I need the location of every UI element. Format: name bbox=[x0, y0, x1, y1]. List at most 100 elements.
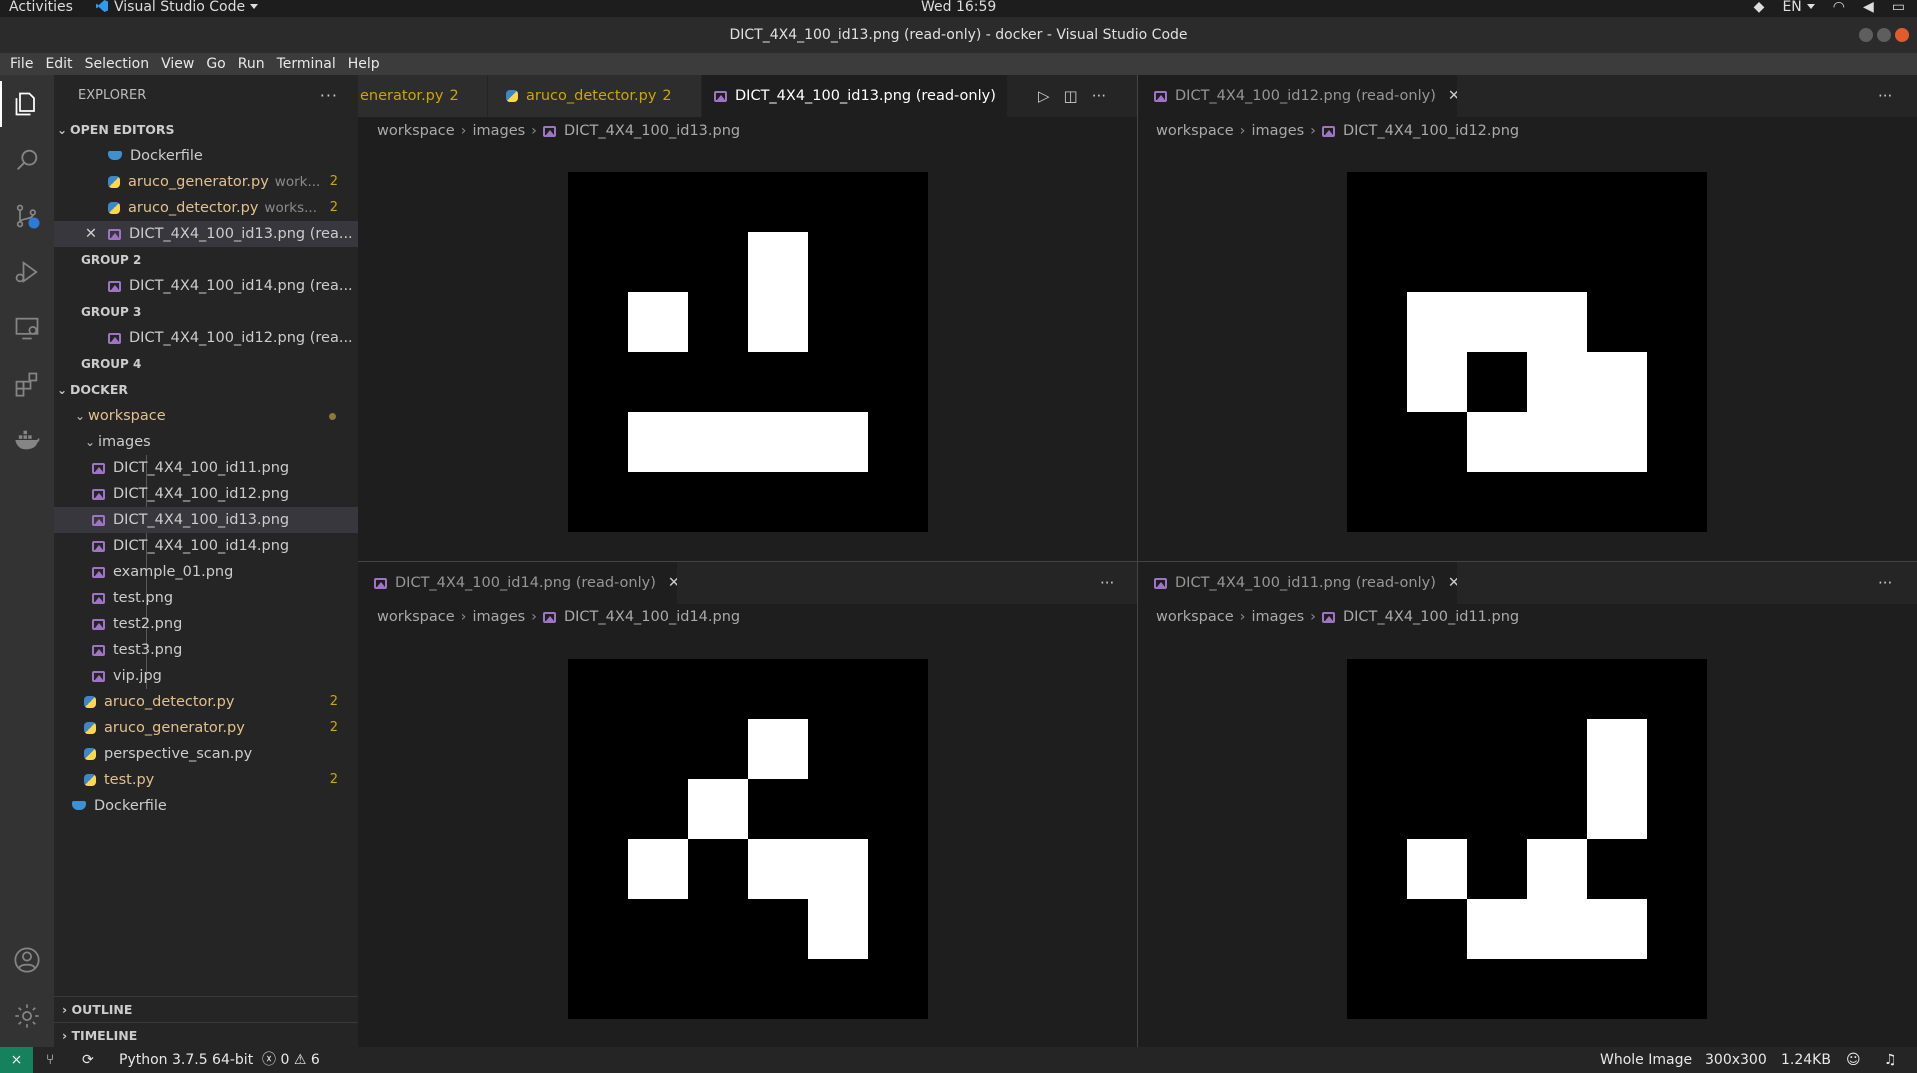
file-item[interactable]: DICT_4X4_100_id14.png bbox=[54, 533, 358, 559]
file-item[interactable]: test.py 2 bbox=[54, 767, 358, 793]
wifi-icon[interactable]: ◠ bbox=[1833, 0, 1845, 16]
marker-bit bbox=[748, 839, 808, 899]
menu-selection[interactable]: Selection bbox=[79, 53, 156, 75]
file-item[interactable]: test3.png bbox=[54, 637, 358, 663]
close-tab-icon[interactable]: ✕ bbox=[668, 575, 677, 591]
file-item[interactable]: vip.jpg bbox=[54, 663, 358, 689]
more-actions-icon[interactable]: ··· bbox=[1878, 87, 1892, 105]
menu-run[interactable]: Run bbox=[232, 53, 271, 75]
menu-file[interactable]: File bbox=[4, 53, 39, 75]
open-editor-item[interactable]: DICT_4X4_100_id14.png (rea... bbox=[54, 273, 358, 299]
file-item[interactable]: DICT_4X4_100_id12.png bbox=[54, 481, 358, 507]
more-actions-icon[interactable]: ··· bbox=[1100, 574, 1114, 592]
open-editor-item[interactable]: Dockerfile bbox=[54, 143, 358, 169]
activities-button[interactable]: Activities bbox=[9, 0, 73, 16]
file-item[interactable]: example_01.png bbox=[54, 559, 358, 585]
file-item[interactable]: test.png bbox=[54, 585, 358, 611]
tab-id12[interactable]: DICT_4X4_100_id12.png (read-only)✕ bbox=[1138, 75, 1458, 117]
close-tab-icon[interactable]: ✕ bbox=[1448, 88, 1457, 104]
timeline-section[interactable]: › TIMELINE bbox=[54, 1022, 358, 1048]
file-item[interactable]: DICT_4X4_100_id11.png bbox=[54, 455, 358, 481]
breadcrumb-workspace[interactable]: workspace bbox=[377, 609, 455, 625]
tab-id11[interactable]: DICT_4X4_100_id11.png (read-only)✕ bbox=[1138, 562, 1458, 604]
editor-group-4-label[interactable]: GROUP 4 bbox=[54, 351, 358, 377]
outline-section[interactable]: › OUTLINE bbox=[54, 996, 358, 1022]
close-tab-icon[interactable]: ✕ bbox=[1448, 575, 1457, 591]
battery-icon[interactable]: ▭ bbox=[1892, 0, 1905, 16]
more-actions-icon[interactable]: ··· bbox=[1092, 87, 1106, 105]
menu-terminal[interactable]: Terminal bbox=[271, 53, 342, 75]
chevron-right-icon: › bbox=[1310, 123, 1316, 139]
breadcrumb-images[interactable]: images bbox=[472, 123, 525, 139]
folder-workspace[interactable]: ⌄ workspace bbox=[54, 403, 358, 429]
close-editor-icon[interactable]: ✕ bbox=[84, 221, 98, 247]
app-menu[interactable]: Visual Studio Code bbox=[96, 0, 259, 16]
explorer-icon[interactable] bbox=[0, 81, 44, 127]
more-actions-icon[interactable]: ··· bbox=[320, 75, 338, 117]
docker-icon[interactable] bbox=[10, 423, 44, 457]
notifications-bell-icon[interactable]: ♫ bbox=[1884, 1047, 1897, 1073]
menu-edit[interactable]: Edit bbox=[39, 53, 78, 75]
tab-aruco-generator[interactable]: enerator.py 2 bbox=[358, 75, 488, 117]
maximize-button[interactable] bbox=[1877, 28, 1891, 42]
problems-indicator[interactable]: ⓧ 0 ⚠ 6 bbox=[262, 1047, 320, 1073]
open-editors-section[interactable]: ⌄ OPEN EDITORS bbox=[54, 117, 358, 143]
close-window-button[interactable] bbox=[1895, 28, 1909, 42]
remote-indicator-icon[interactable]: ⨯ bbox=[0, 1047, 33, 1073]
breadcrumb-images[interactable]: images bbox=[1251, 123, 1304, 139]
breadcrumb-workspace[interactable]: workspace bbox=[1156, 123, 1234, 139]
menu-help[interactable]: Help bbox=[342, 53, 386, 75]
open-editor-item[interactable]: aruco_detector.py works... 2 bbox=[54, 195, 358, 221]
source-control-icon[interactable] bbox=[10, 199, 44, 233]
language-indicator[interactable]: EN bbox=[1782, 0, 1815, 16]
file-item[interactable]: perspective_scan.py bbox=[54, 741, 358, 767]
git-branch-icon[interactable]: ⑂ bbox=[46, 1047, 54, 1073]
extensions-icon[interactable] bbox=[10, 367, 44, 401]
file-item[interactable]: aruco_detector.py 2 bbox=[54, 689, 358, 715]
more-actions-icon[interactable]: ··· bbox=[1878, 574, 1892, 592]
editor-group-3-label[interactable]: GROUP 3 bbox=[54, 299, 358, 325]
minimize-button[interactable] bbox=[1859, 28, 1873, 42]
docker-folder-section[interactable]: ⌄ DOCKER bbox=[54, 377, 358, 403]
chevron-right-icon: › bbox=[62, 1002, 68, 1017]
dropbox-icon[interactable]: ◆ bbox=[1754, 0, 1765, 16]
remote-explorer-icon[interactable] bbox=[10, 311, 44, 345]
open-editor-item[interactable]: aruco_generator.py work... 2 bbox=[54, 169, 358, 195]
breadcrumb-file[interactable]: DICT_4X4_100_id14.png bbox=[564, 609, 740, 625]
breadcrumb-workspace[interactable]: workspace bbox=[377, 123, 455, 139]
run-debug-icon[interactable] bbox=[10, 255, 44, 289]
tab-aruco-detector[interactable]: aruco_detector.py 2 bbox=[488, 75, 702, 117]
breadcrumb-images[interactable]: images bbox=[1251, 609, 1304, 625]
marker-bit bbox=[1467, 412, 1527, 472]
open-editor-item[interactable]: DICT_4X4_100_id12.png (rea... bbox=[54, 325, 358, 351]
run-file-icon[interactable]: ▷ bbox=[1038, 87, 1050, 105]
tab-id13-active[interactable]: DICT_4X4_100_id13.png (read-only)✕ bbox=[702, 75, 1008, 117]
breadcrumb-images[interactable]: images bbox=[472, 609, 525, 625]
file-item[interactable]: test2.png bbox=[54, 611, 358, 637]
sync-icon[interactable]: ⟳ bbox=[82, 1047, 94, 1073]
breadcrumb-file[interactable]: DICT_4X4_100_id11.png bbox=[1343, 609, 1519, 625]
folder-images[interactable]: ⌄ images bbox=[54, 429, 358, 455]
menu-go[interactable]: Go bbox=[200, 53, 231, 75]
file-item-selected[interactable]: DICT_4X4_100_id13.png bbox=[54, 507, 358, 533]
tab-id14[interactable]: DICT_4X4_100_id14.png (read-only)✕ bbox=[358, 562, 678, 604]
marker-bit bbox=[1467, 899, 1527, 959]
split-editor-icon[interactable]: ◫ bbox=[1064, 87, 1078, 105]
clock[interactable]: Wed 16:59 bbox=[921, 0, 996, 16]
breadcrumb-file[interactable]: DICT_4X4_100_id12.png bbox=[1343, 123, 1519, 139]
python-interpreter[interactable]: Python 3.7.5 64-bit bbox=[119, 1047, 253, 1073]
breadcrumb-file[interactable]: DICT_4X4_100_id13.png bbox=[564, 123, 740, 139]
zoom-mode[interactable]: Whole Image bbox=[1600, 1047, 1692, 1073]
file-item[interactable]: Dockerfile bbox=[54, 793, 358, 819]
settings-gear-icon[interactable] bbox=[10, 999, 44, 1033]
open-editor-item-active[interactable]: ✕ DICT_4X4_100_id13.png (rea... bbox=[54, 221, 358, 247]
breadcrumb-workspace[interactable]: workspace bbox=[1156, 609, 1234, 625]
editor-group-2-label[interactable]: GROUP 2 bbox=[54, 247, 358, 273]
accounts-icon[interactable] bbox=[10, 943, 44, 977]
volume-icon[interactable]: ◀ bbox=[1863, 0, 1874, 16]
feedback-icon[interactable]: ☺ bbox=[1846, 1047, 1861, 1073]
image-file-icon bbox=[374, 578, 387, 589]
file-item[interactable]: aruco_generator.py 2 bbox=[54, 715, 358, 741]
search-icon[interactable] bbox=[10, 143, 44, 177]
menu-view[interactable]: View bbox=[155, 53, 200, 75]
